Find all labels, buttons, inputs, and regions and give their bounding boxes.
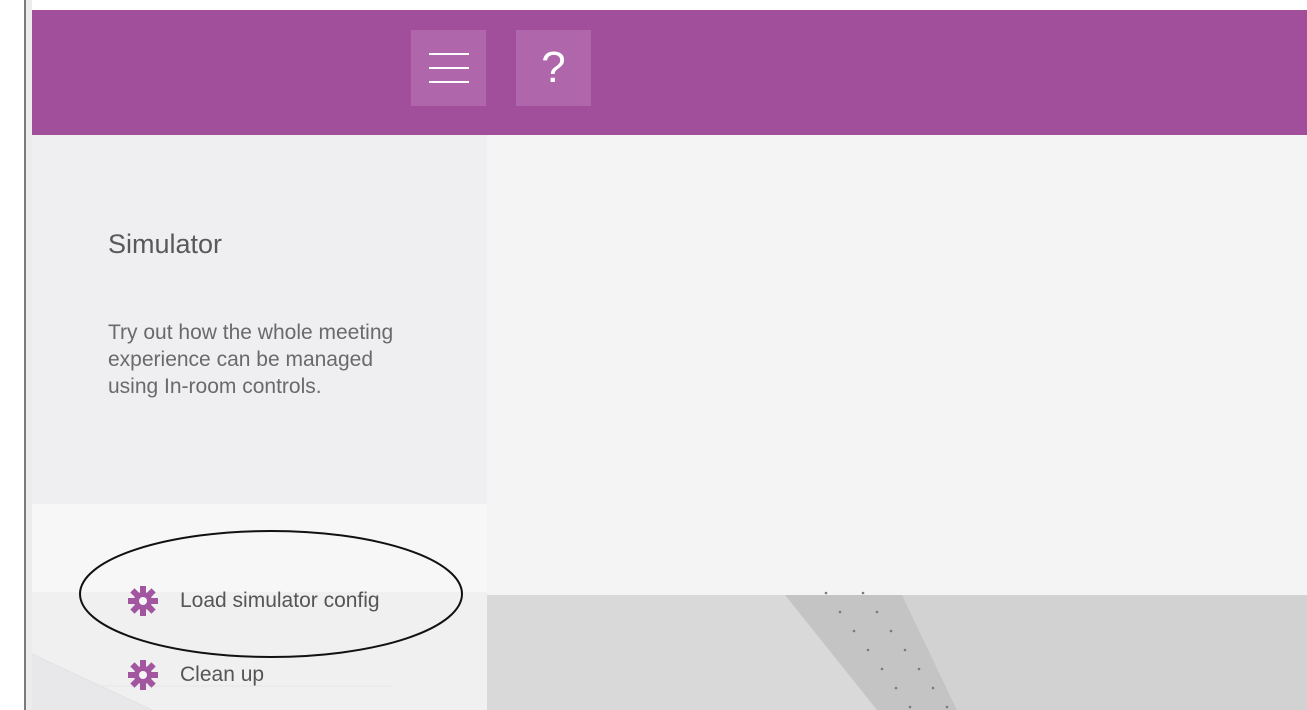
clean-up-button[interactable]: Clean up — [126, 659, 264, 691]
load-simulator-config-label: Load simulator config — [180, 589, 380, 612]
background-pattern — [785, 591, 1307, 710]
left-margin — [0, 0, 24, 710]
load-simulator-config-button[interactable]: Load simulator config — [126, 585, 380, 617]
menu-button[interactable] — [411, 30, 486, 106]
gear-icon — [128, 660, 158, 690]
sidebar-title: Simulator — [108, 229, 223, 259]
top-header-bar: ? — [32, 10, 1307, 135]
top-margin — [32, 0, 1307, 10]
clean-up-label: Clean up — [180, 663, 265, 686]
window-frame-border — [24, 0, 32, 710]
gear-icon — [128, 586, 158, 616]
help-button[interactable]: ? — [516, 30, 591, 106]
main-content-area — [487, 135, 1307, 710]
sidebar-info-panel: Simulator Try out how the whole meeting … — [32, 135, 487, 504]
hamburger-menu-icon — [428, 53, 469, 83]
help-label: ? — [541, 43, 566, 92]
sidebar-description: Try out how the whole meeting experience… — [108, 321, 394, 398]
